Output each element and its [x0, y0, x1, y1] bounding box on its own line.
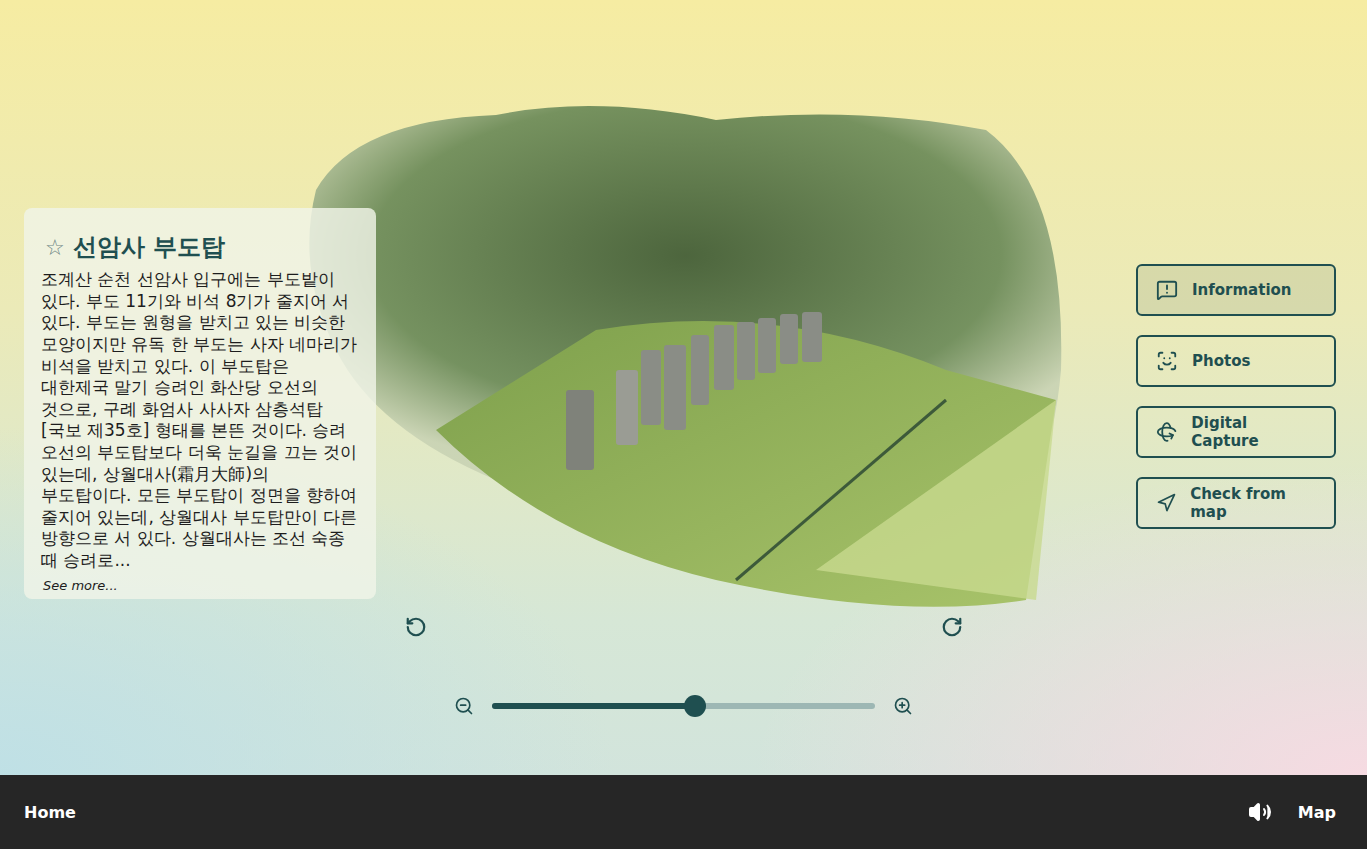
info-card-header: ☆ 선암사 부도탑 — [45, 232, 359, 263]
app: ☆ 선암사 부도탑조계산 순천 선암사 입구에는 부도밭이 있다. 부도 11기와… — [0, 0, 1367, 849]
zoom-slider-thumb[interactable] — [684, 695, 706, 717]
favorite-star-icon[interactable]: ☆ — [45, 237, 65, 259]
sound-button[interactable] — [1248, 800, 1272, 824]
side-menu-button[interactable]: Photos — [1136, 335, 1336, 387]
bottom-bar-right: Map — [1248, 800, 1336, 824]
navigation-arrow-icon — [1156, 492, 1176, 514]
info-card: ☆ 선암사 부도탑조계산 순천 선암사 입구에는 부도밭이 있다. 부도 11기와… — [24, 208, 376, 599]
see-more-link[interactable]: See more... — [43, 578, 359, 593]
zoom-in-button[interactable] — [891, 694, 915, 718]
side-menu-button[interactable]: Digital Capture — [1136, 406, 1336, 458]
digital-capture-image[interactable] — [296, 100, 1071, 615]
info-card-description: 조계산 순천 선암사 입구에는 부도밭이 있다. 부도 11기와 비석 8기가 … — [41, 269, 359, 571]
rotate-3d-icon — [1156, 421, 1177, 443]
zoom-in-icon — [893, 696, 913, 716]
rotate-right-button[interactable] — [940, 615, 964, 639]
zoom-slider[interactable] — [492, 703, 875, 709]
rotate-left-icon — [405, 616, 427, 638]
info-card-title: 선암사 부도탑 — [73, 232, 225, 263]
zoom-out-icon — [454, 696, 474, 716]
viewer — [296, 0, 1071, 775]
zoom-out-button[interactable] — [452, 694, 476, 718]
side-menu-button[interactable]: Information — [1136, 264, 1336, 316]
speaker-icon — [1248, 800, 1272, 824]
rotate-left-button[interactable] — [404, 615, 428, 639]
map-link[interactable]: Map — [1298, 803, 1336, 822]
bottom-bar: Home Map — [0, 775, 1367, 849]
capture-frame — [296, 100, 1071, 615]
side-menu-button[interactable]: Check from map — [1136, 477, 1336, 529]
side-menu: Information Photos Digital Capture Check fr… — [1136, 246, 1367, 529]
zoom-slider-fill — [492, 703, 695, 709]
photo-scan-icon — [1156, 350, 1178, 372]
rotate-controls — [404, 615, 964, 639]
rotate-right-icon — [941, 616, 963, 638]
message-alert-icon — [1156, 279, 1178, 301]
home-link[interactable]: Home — [24, 803, 76, 822]
zoom-controls — [452, 694, 915, 718]
main-area: ☆ 선암사 부도탑조계산 순천 선암사 입구에는 부도밭이 있다. 부도 11기와… — [0, 0, 1367, 775]
